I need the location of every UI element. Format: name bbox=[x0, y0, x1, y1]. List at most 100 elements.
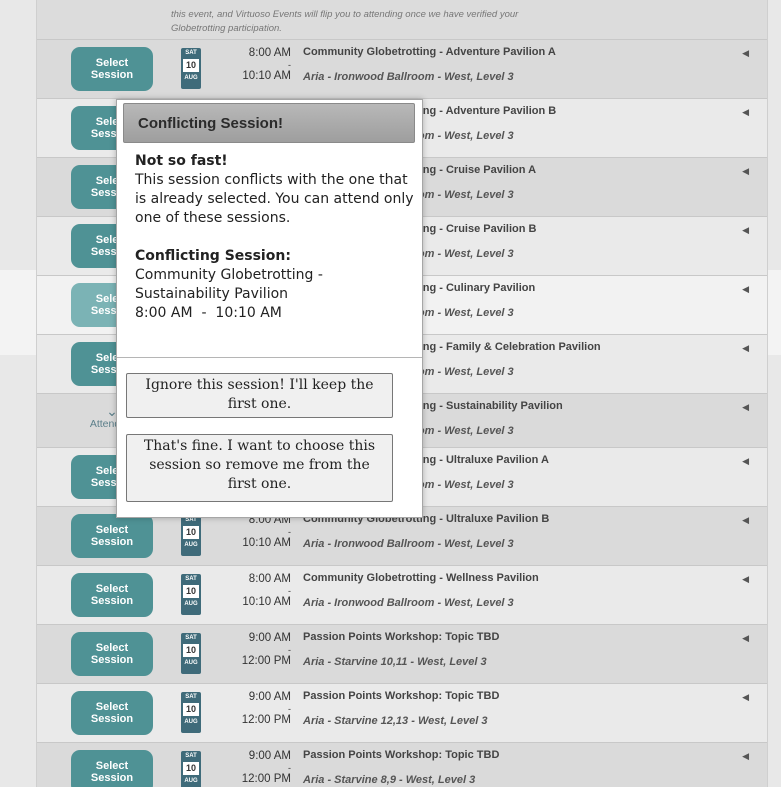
select-session-button[interactable]: Select Session bbox=[71, 514, 153, 558]
calendar-icon: SAT 10 AUG bbox=[181, 574, 201, 615]
session-row: Select Session SAT 10 AUG 9:00 AM -12:00 PM Pa… bbox=[37, 625, 767, 684]
calendar-month: AUG bbox=[184, 75, 198, 81]
session-times: 9:00 AM -12:00 PM bbox=[221, 749, 291, 787]
session-location: Aria - Ironwood Ballroom - West, Level 3 bbox=[303, 597, 514, 609]
session-times: 9:00 AM -12:00 PM bbox=[221, 631, 291, 669]
session-title: Passion Points Workshop: Topic TBD bbox=[303, 631, 500, 643]
calendar-weekday: SAT bbox=[185, 694, 197, 700]
caret-left-icon[interactable]: ◀ bbox=[742, 751, 749, 762]
dialog-body: Not so fast! This session conflicts with… bbox=[135, 152, 415, 342]
conflict-start-time: 8:00 AM bbox=[135, 305, 193, 321]
time-separator: - bbox=[288, 586, 291, 596]
select-session-button[interactable]: Select Session bbox=[71, 632, 153, 676]
dialog-heading: Not so fast! bbox=[135, 153, 228, 169]
start-time: 9:00 AM bbox=[248, 750, 291, 762]
note-line: this event, and Virtuoso Events will fli… bbox=[171, 9, 519, 20]
calendar-month: AUG bbox=[184, 542, 198, 548]
caret-left-icon[interactable]: ◀ bbox=[742, 456, 749, 467]
session-location: Aria - Starvine 8,9 - West, Level 3 bbox=[303, 774, 476, 786]
calendar-month: AUG bbox=[184, 601, 198, 607]
conflict-info-block: Conflicting Session: Community Globetrot… bbox=[135, 247, 415, 323]
select-session-button[interactable]: Select Session bbox=[71, 691, 153, 735]
caret-left-icon[interactable]: ◀ bbox=[742, 692, 749, 703]
conflict-end-time: 10:10 AM bbox=[215, 305, 282, 321]
session-location: Aria - Starvine 12,13 - West, Level 3 bbox=[303, 715, 488, 727]
start-time: 8:00 AM bbox=[248, 573, 291, 585]
end-time: 10:10 AM bbox=[242, 537, 291, 549]
caret-left-icon[interactable]: ◀ bbox=[742, 48, 749, 59]
calendar-month: AUG bbox=[184, 660, 198, 666]
caret-left-icon[interactable]: ◀ bbox=[742, 633, 749, 644]
time-separator: - bbox=[288, 60, 291, 70]
start-time: 8:00 AM bbox=[248, 47, 291, 59]
end-time: 10:10 AM bbox=[242, 70, 291, 82]
time-separator: - bbox=[288, 704, 291, 714]
caret-left-icon[interactable]: ◀ bbox=[742, 107, 749, 118]
caret-left-icon[interactable]: ◀ bbox=[742, 284, 749, 295]
end-time: 12:00 PM bbox=[241, 714, 291, 726]
calendar-month: AUG bbox=[184, 778, 198, 784]
calendar-weekday: SAT bbox=[185, 753, 197, 759]
start-time: 9:00 AM bbox=[248, 691, 291, 703]
calendar-month: AUG bbox=[184, 719, 198, 725]
caret-left-icon[interactable]: ◀ bbox=[742, 166, 749, 177]
calendar-day: 10 bbox=[183, 703, 199, 716]
session-title: Passion Points Workshop: Topic TBD bbox=[303, 690, 500, 702]
calendar-weekday: SAT bbox=[185, 635, 197, 641]
select-session-label: Select Session bbox=[90, 642, 134, 666]
participation-note: this event, and Virtuoso Events will fli… bbox=[37, 0, 767, 40]
calendar-day: 10 bbox=[183, 644, 199, 657]
select-session-label: Select Session bbox=[90, 57, 134, 81]
conflict-heading: Conflicting Session: bbox=[135, 248, 291, 264]
caret-left-icon[interactable]: ◀ bbox=[742, 343, 749, 354]
conflicting-session-dialog: Conflicting Session! Not so fast! This s… bbox=[116, 99, 423, 518]
session-row: Select Session SAT 10 AUG 8:00 AM-10:10 AM Co… bbox=[37, 566, 767, 625]
calendar-icon: SAT 10 AUG bbox=[181, 48, 201, 89]
end-time: 10:10 AM bbox=[242, 596, 291, 608]
calendar-icon: SAT 10 AUG bbox=[181, 633, 201, 674]
dialog-divider bbox=[117, 357, 422, 358]
dialog-header: Conflicting Session! bbox=[123, 103, 415, 143]
calendar-day: 10 bbox=[183, 762, 199, 775]
caret-left-icon[interactable]: ◀ bbox=[742, 225, 749, 236]
time-separator: - bbox=[288, 645, 291, 655]
calendar-icon: SAT 10 AUG bbox=[181, 692, 201, 733]
conflict-session-name: Community Globetrotting - Sustainability… bbox=[135, 267, 323, 302]
session-location: Aria - Ironwood Ballroom - West, Level 3 bbox=[303, 71, 514, 83]
select-session-label: Select Session bbox=[90, 524, 134, 548]
caret-left-icon[interactable]: ◀ bbox=[742, 402, 749, 413]
caret-left-icon[interactable]: ◀ bbox=[742, 515, 749, 526]
dialog-message: This session conflicts with the one that… bbox=[135, 172, 414, 226]
end-time: 12:00 PM bbox=[241, 655, 291, 667]
caret-left-icon[interactable]: ◀ bbox=[742, 574, 749, 585]
calendar-weekday: SAT bbox=[185, 50, 197, 56]
session-location: Aria - Ironwood Ballroom - West, Level 3 bbox=[303, 538, 514, 550]
keep-first-session-button[interactable]: Ignore this session! I'll keep the first… bbox=[126, 373, 393, 418]
dialog-message-block: Not so fast! This session conflicts with… bbox=[135, 152, 415, 228]
calendar-day: 10 bbox=[183, 526, 199, 539]
start-time: 9:00 AM bbox=[248, 632, 291, 644]
session-row: Select Session SAT 10 AUG 9:00 AM -12:00 PM Pa… bbox=[37, 743, 767, 787]
session-title: Community Globetrotting - Adventure Pavi… bbox=[303, 46, 556, 58]
calendar-icon: SAT 10 AUG bbox=[181, 751, 201, 787]
select-session-button[interactable]: Select Session bbox=[71, 750, 153, 787]
session-row: Select Session SAT 10 AUG 9:00 AM -12:00 PM Pa… bbox=[37, 684, 767, 743]
session-title: Passion Points Workshop: Topic TBD bbox=[303, 749, 500, 761]
dialog-title: Conflicting Session! bbox=[138, 115, 284, 132]
calendar-day: 10 bbox=[183, 585, 199, 598]
time-separator: - bbox=[288, 527, 291, 537]
time-separator: - bbox=[288, 763, 291, 773]
end-time: 12:00 PM bbox=[241, 773, 291, 785]
session-row: Select Session SAT 10 AUG 8:00 AM-10:10 AM Co… bbox=[37, 40, 767, 99]
select-session-label: Select Session bbox=[90, 701, 134, 725]
choose-this-session-button[interactable]: That's fine. I want to choose this sessi… bbox=[126, 434, 393, 502]
calendar-icon: SAT10AUG bbox=[181, 515, 201, 556]
session-location: Aria - Starvine 10,11 - West, Level 3 bbox=[303, 656, 487, 668]
session-title: Community Globetrotting - Wellness Pavil… bbox=[303, 572, 539, 584]
session-times: 9:00 AM -12:00 PM bbox=[221, 690, 291, 728]
session-times: 8:00 AM-10:10 AM bbox=[221, 572, 291, 610]
select-session-button[interactable]: Select Session bbox=[71, 47, 153, 91]
calendar-weekday: SAT bbox=[185, 576, 197, 582]
select-session-button[interactable]: Select Session bbox=[71, 573, 153, 617]
calendar-day: 10 bbox=[183, 59, 199, 72]
